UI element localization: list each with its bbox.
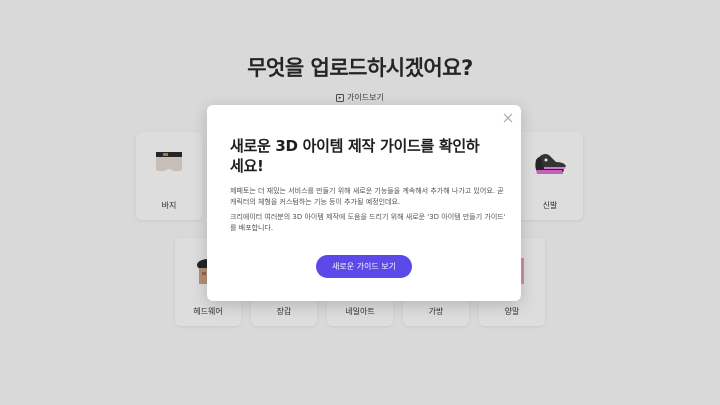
view-new-guide-button[interactable]: 새로운 가이드 보기 <box>316 255 412 278</box>
modal-description-2: 크리에이터 여러분의 3D 아이템 제작에 도움을 드리기 위해 새로운 '3D… <box>230 213 506 232</box>
close-icon[interactable] <box>502 112 514 124</box>
modal-title: 새로운 3D 아이템 제작 가이드를 확인하세요! <box>230 137 480 175</box>
modal-description: 제페토는 더 재밌는 서비스를 만들기 위해 새로운 기능들을 계속해서 추가해… <box>230 187 504 206</box>
guide-announcement-modal: 새로운 3D 아이템 제작 가이드를 확인하세요! 제페토는 더 재밌는 서비스… <box>207 105 521 301</box>
